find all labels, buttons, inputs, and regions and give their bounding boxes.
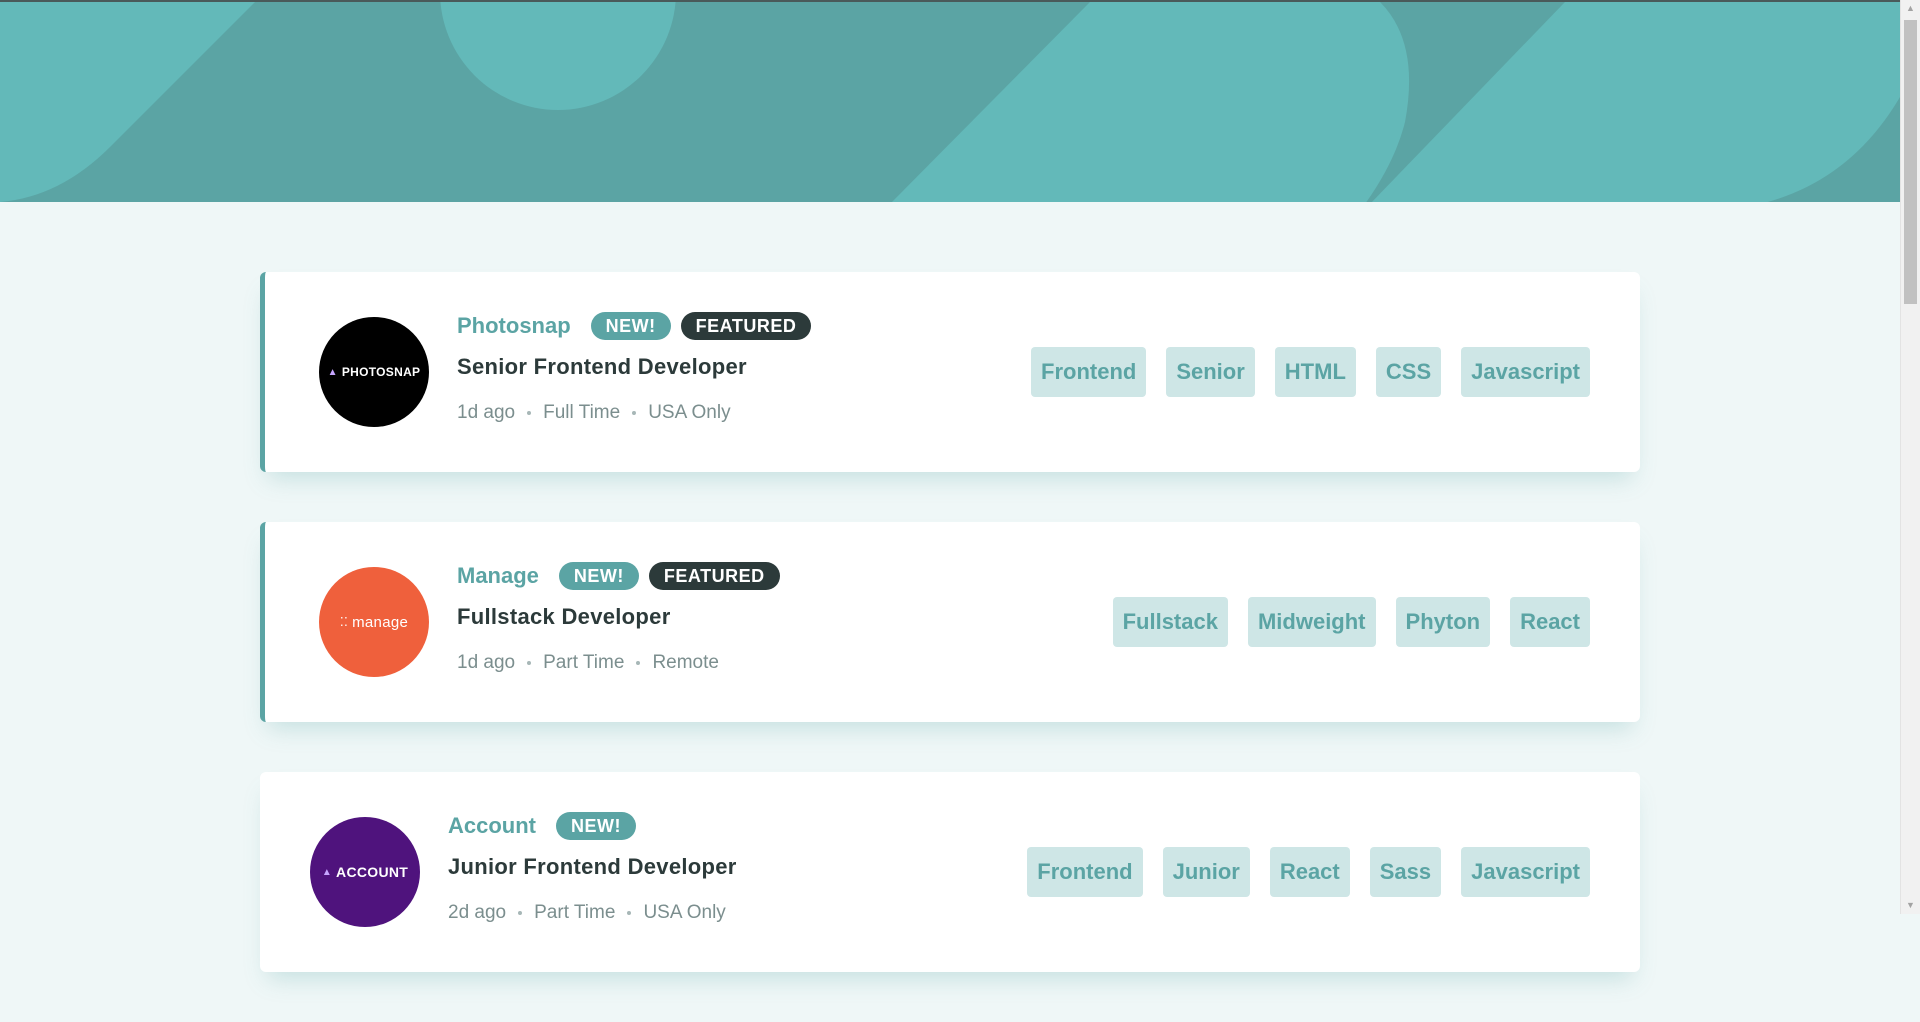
job-title[interactable]: Fullstack Developer — [457, 604, 790, 630]
filter-tag[interactable]: Junior — [1162, 847, 1250, 897]
job-card: ▲ ACCOUNT Account NEW! Junior Frontend De… — [260, 772, 1640, 972]
location: USA Only — [643, 902, 726, 923]
separator-dot — [627, 911, 632, 915]
separator-dot — [518, 911, 523, 915]
vertical-scrollbar[interactable]: ▲ ▼ — [1900, 0, 1920, 914]
scroll-up-arrow-icon[interactable]: ▲ — [1901, 0, 1920, 17]
scroll-down-arrow-icon[interactable]: ▼ — [1901, 897, 1920, 914]
filter-tag[interactable]: Javascript — [1461, 347, 1590, 397]
filter-tag[interactable]: React — [1510, 597, 1590, 647]
filter-tag[interactable]: Sass — [1369, 847, 1442, 897]
job-card: ▲ PHOTOSNAP Photosnap NEW! FEATURED Senio… — [260, 272, 1640, 472]
company-logo: ▲ PHOTOSNAP — [319, 317, 429, 427]
dots-icon: ⁚⁚ — [339, 615, 349, 629]
logo-label: PHOTOSNAP — [341, 365, 421, 379]
scrollbar-thumb[interactable] — [1904, 20, 1917, 304]
posted-at: 2d ago — [448, 902, 507, 923]
company-name[interactable]: Photosnap — [457, 313, 571, 339]
location: USA Only — [648, 402, 731, 423]
new-badge: NEW! — [590, 312, 671, 340]
job-card: ⁚⁚ manage Manage NEW! FEATURED Fullstack … — [260, 522, 1640, 722]
tag-list: Frontend Junior React Sass Javascript — [1007, 847, 1590, 897]
header-pattern — [0, 2, 1900, 202]
separator-dot — [636, 661, 641, 665]
job-title[interactable]: Senior Frontend Developer — [457, 354, 821, 380]
triangle-icon: ▲ — [321, 866, 333, 878]
posted-at: 1d ago — [457, 402, 516, 423]
posted-at: 1d ago — [457, 652, 516, 673]
tag-list: Fullstack Midweight Phyton React — [1093, 597, 1590, 647]
contract-type: Part Time — [543, 652, 625, 673]
company-logo: ▲ ACCOUNT — [310, 817, 420, 927]
job-info: Photosnap NEW! FEATURED Senior Frontend … — [457, 310, 821, 424]
triangle-icon: ▲ — [327, 366, 338, 378]
header-banner — [0, 0, 1900, 202]
filter-tag[interactable]: Phyton — [1395, 597, 1491, 647]
job-title[interactable]: Junior Frontend Developer — [448, 854, 737, 880]
filter-tag[interactable]: CSS — [1375, 347, 1442, 397]
filter-tag[interactable]: HTML — [1274, 347, 1356, 397]
job-meta: 2d ago Part Time USA Only — [448, 902, 737, 924]
job-meta: 1d ago Full Time USA Only — [457, 402, 821, 424]
new-badge: NEW! — [556, 812, 636, 840]
filter-tag[interactable]: Javascript — [1461, 847, 1590, 897]
contract-type: Full Time — [543, 402, 621, 423]
filter-tag[interactable]: Fullstack — [1112, 597, 1228, 647]
job-meta: 1d ago Part Time Remote — [457, 652, 790, 674]
company-name[interactable]: Manage — [457, 563, 539, 589]
location: Remote — [652, 652, 719, 673]
filter-tag[interactable]: Midweight — [1247, 597, 1376, 647]
logo-label: ACCOUNT — [336, 864, 409, 880]
separator-dot — [527, 661, 532, 665]
featured-badge: FEATURED — [648, 562, 780, 590]
filter-tag[interactable]: Frontend — [1031, 347, 1147, 397]
company-name[interactable]: Account — [448, 813, 536, 839]
separator-dot — [527, 411, 532, 415]
job-info: Manage NEW! FEATURED Fullstack Developer… — [457, 560, 790, 674]
logo-label: manage — [352, 613, 409, 631]
job-list: ▲ PHOTOSNAP Photosnap NEW! FEATURED Senio… — [260, 272, 1640, 1022]
contract-type: Part Time — [534, 902, 616, 923]
job-info: Account NEW! Junior Frontend Developer 2… — [448, 810, 737, 924]
featured-badge: FEATURED — [680, 312, 812, 340]
tag-list: Frontend Senior HTML CSS Javascript — [1011, 347, 1590, 397]
new-badge: NEW! — [558, 562, 639, 590]
filter-tag[interactable]: Senior — [1166, 347, 1255, 397]
company-logo: ⁚⁚ manage — [319, 567, 429, 677]
filter-tag[interactable]: React — [1269, 847, 1350, 897]
separator-dot — [632, 411, 637, 415]
filter-tag[interactable]: Frontend — [1027, 847, 1143, 897]
